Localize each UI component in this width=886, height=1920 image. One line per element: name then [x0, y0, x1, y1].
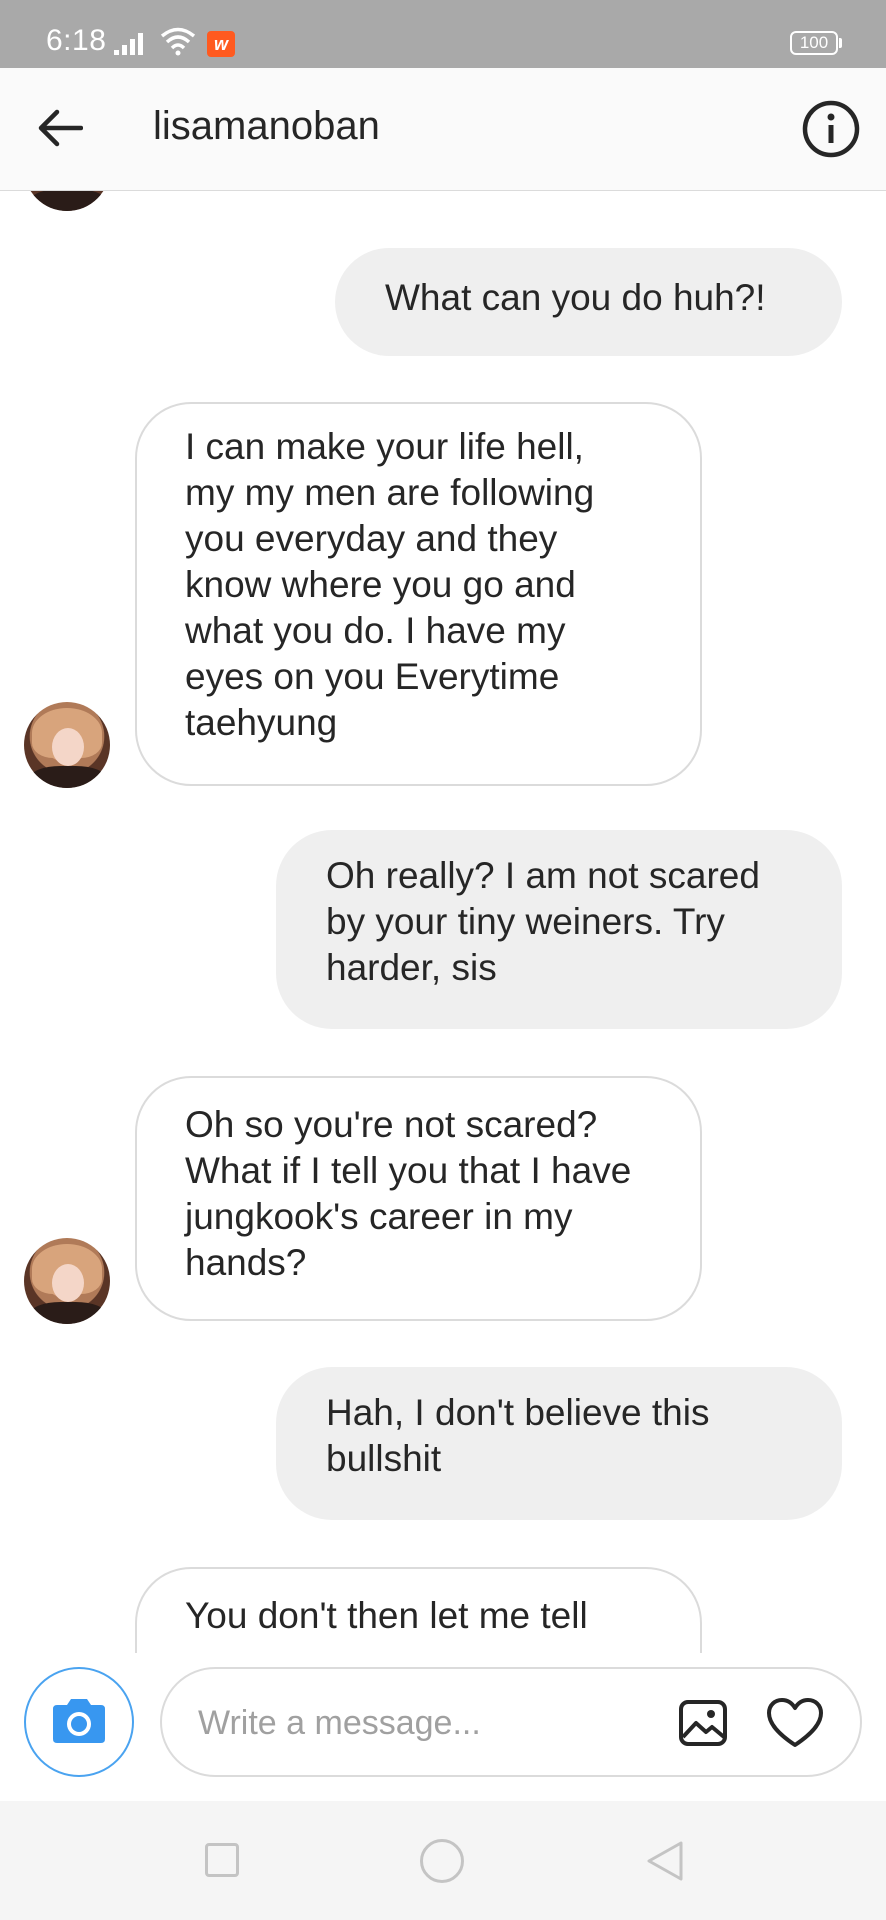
message-text: What can you do huh?! — [385, 277, 766, 318]
camera-icon — [53, 1699, 105, 1743]
wifi-icon — [160, 27, 196, 56]
signal-icon — [114, 33, 143, 55]
info-circle-icon[interactable] — [800, 98, 862, 160]
recent-apps-icon[interactable] — [205, 1843, 239, 1877]
status-time: 6:18 — [46, 24, 107, 57]
system-nav-bar — [0, 1801, 886, 1920]
back-icon[interactable] — [645, 1839, 685, 1883]
message-text: Hah, I don't believe this bullshit — [326, 1392, 710, 1479]
message-bubble-incoming[interactable]: I can make your life hell, my my men are… — [135, 402, 702, 786]
arrow-left-icon — [38, 109, 83, 147]
gallery-icon[interactable] — [678, 1699, 728, 1747]
message-input-container — [160, 1667, 862, 1777]
message-bubble-outgoing[interactable]: Oh really? I am not scared by your tiny … — [276, 830, 842, 1029]
message-input[interactable] — [196, 1697, 640, 1749]
message-text: Oh really? I am not scared by your tiny … — [326, 855, 760, 988]
heart-icon[interactable] — [766, 1697, 824, 1749]
back-button[interactable] — [30, 98, 90, 158]
conversation-title[interactable]: lisamanoban — [153, 104, 380, 149]
message-bubble-outgoing[interactable]: What can you do huh?! — [335, 248, 842, 356]
chat-header: lisamanoban — [0, 68, 886, 191]
message-text: You don't then let me tell — [185, 1595, 588, 1636]
message-text: I can make your life hell, my my men are… — [185, 426, 595, 743]
message-text: Oh so you're not scared? What if I tell … — [185, 1104, 632, 1283]
home-icon[interactable] — [420, 1839, 464, 1883]
status-bar: 6:18 w 100 — [0, 0, 886, 68]
app-notification-icon: w — [207, 31, 235, 57]
avatar[interactable] — [24, 1238, 110, 1324]
battery-tip — [839, 38, 842, 48]
avatar[interactable] — [24, 191, 110, 211]
avatar[interactable] — [24, 702, 110, 788]
message-bubble-incoming[interactable]: Oh so you're not scared? What if I tell … — [135, 1076, 702, 1321]
battery-icon: 100 — [790, 31, 838, 55]
message-composer — [0, 1653, 886, 1801]
message-bubble-outgoing[interactable]: Hah, I don't believe this bullshit — [276, 1367, 842, 1520]
camera-button[interactable] — [24, 1667, 134, 1777]
message-thread[interactable]: What can you do huh?! I can make your li… — [0, 191, 886, 1653]
message-bubble-incoming[interactable]: You don't then let me tell — [135, 1567, 702, 1653]
